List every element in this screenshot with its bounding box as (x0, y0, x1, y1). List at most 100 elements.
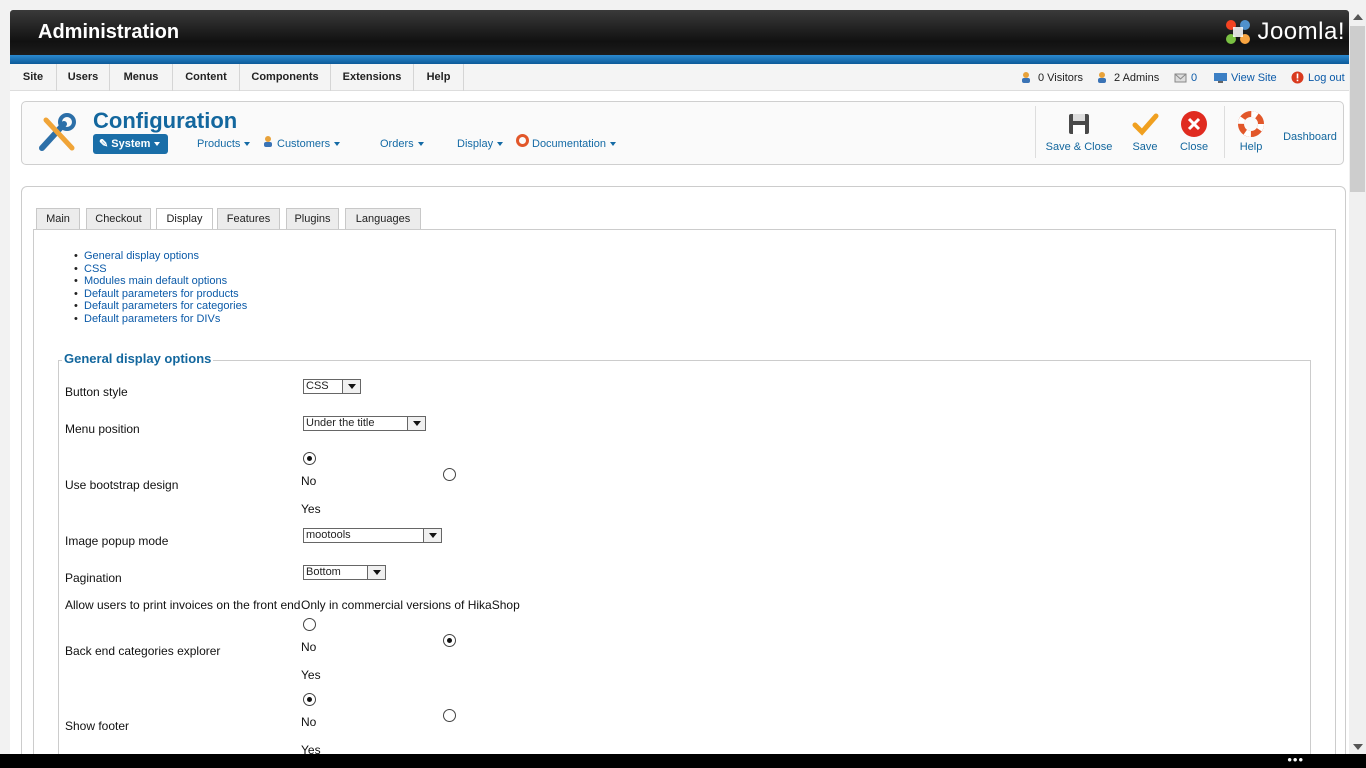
visitors-status: 0 Visitors (1021, 64, 1083, 91)
chevron-down-icon (610, 142, 616, 147)
dashboard-button[interactable]: Dashboard (1282, 131, 1338, 156)
toc-link-css[interactable]: CSS (74, 263, 247, 276)
section-links: General display options CSS Modules main… (74, 250, 247, 326)
monitor-icon (1214, 71, 1227, 84)
tab-display[interactable]: Display (156, 208, 213, 231)
subnav-customers[interactable]: Customers (263, 134, 341, 154)
more-options-icon[interactable]: ••• (1287, 753, 1304, 766)
show-footer-yes-radio[interactable] (443, 709, 456, 722)
scroll-down-arrow-icon[interactable] (1353, 744, 1363, 750)
logout-label: Log out (1308, 71, 1345, 84)
display-tab-pane: General display options CSS Modules main… (33, 229, 1336, 754)
admins-count: 2 Admins (1114, 71, 1160, 84)
admin-frame: Administration Joomla! Site Users Menus … (10, 10, 1349, 754)
save-button[interactable]: Save (1128, 110, 1162, 160)
categories-explorer-no-radio[interactable] (303, 618, 316, 631)
print-invoices-label: Allow users to print invoices on the fro… (65, 598, 301, 612)
menu-extensions[interactable]: Extensions (331, 64, 414, 91)
categories-explorer-yes-radio[interactable] (443, 634, 456, 647)
chevron-down-icon (342, 380, 360, 393)
logout-icon (1291, 71, 1304, 84)
menu-menus[interactable]: Menus (110, 64, 173, 91)
scroll-up-arrow-icon[interactable] (1353, 14, 1363, 20)
customers-icon (263, 134, 277, 154)
chevron-down-icon (423, 529, 441, 542)
view-site-link[interactable]: View Site (1214, 64, 1277, 91)
vertical-scrollbar[interactable] (1349, 10, 1366, 754)
main-menubar: Site Users Menus Content Components Exte… (10, 64, 1349, 91)
menu-site[interactable]: Site (10, 64, 57, 91)
image-popup-label: Image popup mode (65, 534, 169, 548)
categories-explorer-yes-label: Yes (301, 668, 321, 682)
users-icon (1021, 71, 1034, 84)
categories-explorer-label: Back end categories explorer (65, 644, 221, 658)
messages-count: 0 (1191, 71, 1198, 84)
chevron-down-icon (367, 566, 385, 579)
config-content: Main Checkout Display Features Plugins L… (21, 186, 1346, 754)
chevron-down-icon (334, 142, 341, 147)
tools-small-icon: ✎ (99, 138, 112, 150)
tab-features[interactable]: Features (217, 208, 280, 229)
bottom-bar: ••• (0, 753, 1366, 768)
general-display-fieldset: General display options Button style CSS… (58, 351, 1311, 754)
messages-status[interactable]: 0 (1174, 64, 1197, 91)
scrollbar-thumb[interactable] (1350, 26, 1365, 192)
view-site-label: View Site (1231, 71, 1277, 84)
toc-link-categories[interactable]: Default parameters for categories (74, 300, 247, 313)
bootstrap-label: Use bootstrap design (65, 478, 179, 492)
bootstrap-yes-label: Yes (301, 502, 321, 516)
menu-content[interactable]: Content (173, 64, 240, 91)
save-disk-icon (1069, 114, 1089, 134)
save-close-button[interactable]: Save & Close (1044, 110, 1114, 160)
close-icon (1181, 111, 1207, 137)
menu-users[interactable]: Users (57, 64, 110, 91)
toc-link-products[interactable]: Default parameters for products (74, 288, 247, 301)
close-button[interactable]: Close (1177, 110, 1211, 160)
toc-link-general-display[interactable]: General display options (74, 250, 247, 263)
header-accent-bar (10, 55, 1349, 64)
tab-main[interactable]: Main (36, 208, 80, 229)
toolbar-separator (1035, 106, 1036, 158)
toolbar-separator (1224, 106, 1225, 158)
chevron-down-icon (407, 417, 425, 430)
page-title: Configuration (93, 108, 238, 133)
admin-header: Administration Joomla! (10, 10, 1349, 55)
tab-languages[interactable]: Languages (345, 208, 421, 229)
bootstrap-no-radio[interactable] (303, 452, 316, 465)
toc-link-modules[interactable]: Modules main default options (74, 275, 247, 288)
chevron-down-icon (244, 142, 251, 147)
chevron-down-icon (497, 142, 504, 147)
menu-components[interactable]: Components (240, 64, 331, 91)
pagination-select[interactable]: Bottom (303, 565, 386, 580)
bootstrap-yes-radio[interactable] (443, 468, 456, 481)
logout-link[interactable]: Log out (1291, 64, 1345, 91)
hikashop-subnav: ✎ System Products Customers Orders Displ… (93, 134, 793, 154)
subnav-display[interactable]: Display (457, 134, 504, 154)
menu-position-select[interactable]: Under the title (303, 416, 426, 431)
subnav-system[interactable]: ✎ System (93, 134, 169, 154)
menu-position-label: Menu position (65, 422, 140, 436)
lifebuoy-icon (1238, 111, 1264, 137)
configuration-tools-icon (39, 113, 76, 151)
show-footer-no-label: No (301, 715, 317, 729)
categories-explorer-no-label: No (301, 640, 317, 654)
image-popup-select[interactable]: mootools (303, 528, 442, 543)
commercial-version-link[interactable]: Only in commercial versions of HikaShop (301, 598, 520, 612)
help-button[interactable]: Help (1234, 110, 1268, 160)
joomla-logo-icon (1226, 20, 1251, 44)
show-footer-yes-label: Yes (301, 743, 321, 754)
button-style-select[interactable]: CSS (303, 379, 361, 394)
admins-icon (1097, 71, 1110, 84)
joomla-logo-text: Joomla! (1257, 18, 1345, 45)
show-footer-no-radio[interactable] (303, 693, 316, 706)
tab-plugins[interactable]: Plugins (286, 208, 339, 229)
tab-checkout[interactable]: Checkout (86, 208, 151, 229)
menu-help[interactable]: Help (414, 64, 464, 91)
subnav-orders[interactable]: Orders (380, 134, 424, 154)
lifebuoy-small-icon (516, 134, 532, 154)
pagination-label: Pagination (65, 571, 122, 585)
toc-link-divs[interactable]: Default parameters for DIVs (74, 313, 247, 326)
subnav-documentation[interactable]: Documentation (516, 134, 616, 154)
subnav-products[interactable]: Products (197, 134, 251, 154)
chevron-down-icon (154, 142, 161, 147)
